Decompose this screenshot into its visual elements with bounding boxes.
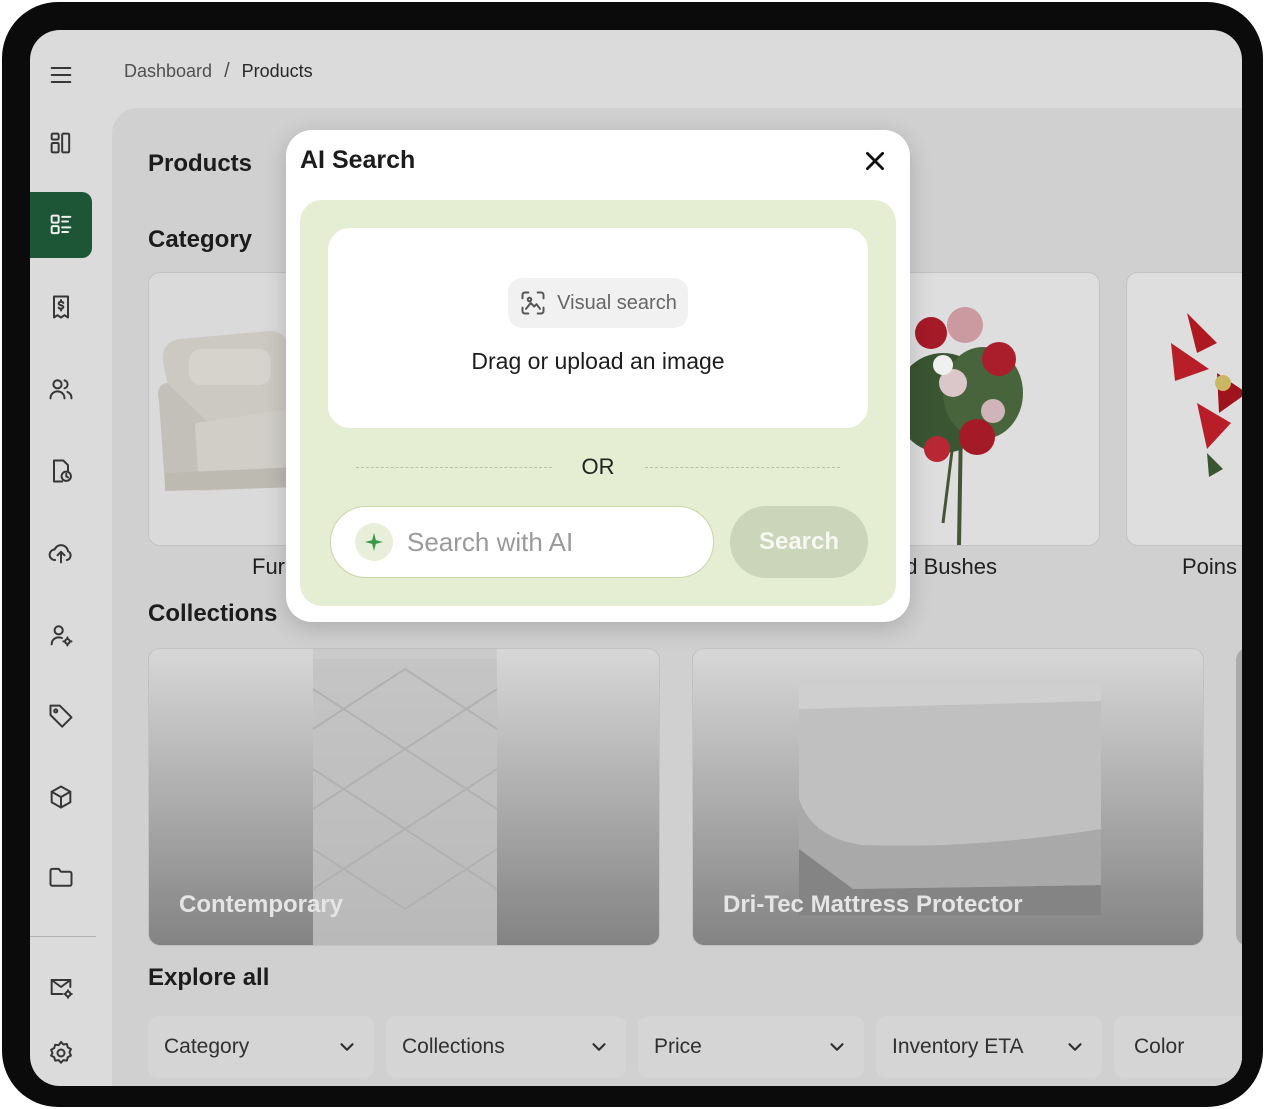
visual-search-label: Visual search <box>557 291 677 314</box>
filter-color[interactable]: Color <box>1114 1016 1242 1078</box>
settings-icon <box>50 1040 72 1064</box>
or-text: OR <box>581 454 615 479</box>
armchair-image <box>149 273 307 545</box>
collections-heading: Collections <box>148 600 278 627</box>
sidebar-item-customers[interactable] <box>30 356 92 422</box>
filter-category[interactable]: Category <box>148 1016 374 1078</box>
folder-icon <box>49 867 73 887</box>
search-button[interactable]: Search <box>730 506 868 578</box>
breadcrumb: Dashboard / Products <box>124 60 313 83</box>
sidebar-item-upload[interactable] <box>30 520 92 586</box>
sidebar-item-mail-settings[interactable] <box>30 954 92 1020</box>
breadcrumb-current: Products <box>241 61 313 81</box>
menu-icon <box>50 67 72 83</box>
sidebar-item-invoices[interactable] <box>30 274 92 340</box>
breadcrumb-separator: / <box>224 60 230 82</box>
ai-search-modal: AI Search Visual search Drag or upload a… <box>286 130 910 622</box>
sparkle-icon <box>364 532 384 552</box>
sidebar-item-files[interactable] <box>30 844 92 910</box>
close-button[interactable] <box>858 144 892 178</box>
collection-label-contemporary: Contemporary <box>179 891 344 918</box>
sidebar-item-reports[interactable] <box>30 438 92 504</box>
device-frame: Dashboard / Products Products Category F… <box>2 2 1263 1107</box>
category-label-furniture: Fur <box>252 554 285 579</box>
ai-search-input[interactable] <box>407 526 697 558</box>
filter-price[interactable]: Price <box>638 1016 864 1078</box>
ai-search-field[interactable] <box>330 506 714 578</box>
chevron-down-icon <box>830 1043 844 1051</box>
filter-inventory-eta[interactable]: Inventory ETA <box>876 1016 1102 1078</box>
mail-settings-icon <box>50 979 73 999</box>
collection-card-mattress-protector[interactable]: Dri-Tec Mattress Protector <box>692 648 1204 946</box>
dashboard-icon <box>50 132 71 154</box>
user-settings-icon <box>50 625 73 647</box>
or-divider: OR <box>356 454 840 480</box>
ai-sparkle-badge <box>355 523 393 561</box>
reports-icon <box>53 459 72 483</box>
filter-color-label: Color <box>1134 1035 1185 1058</box>
upload-icon <box>48 544 72 564</box>
sidebar-item-user-settings[interactable] <box>30 602 92 668</box>
collection-label-mattress-protector: Dri-Tec Mattress Protector <box>723 891 1023 918</box>
divider-line-right <box>644 466 840 468</box>
collection-card-contemporary[interactable]: Contemporary <box>148 648 660 946</box>
category-label-poinsettia: Poins <box>1182 554 1238 579</box>
sidebar-item-tags[interactable] <box>30 682 92 748</box>
collection-card-peek <box>1236 648 1242 946</box>
image-drop-zone[interactable]: Visual search Drag or upload an image <box>328 228 868 428</box>
tag-icon <box>49 704 73 728</box>
category-card-furniture[interactable] <box>148 272 308 546</box>
close-icon <box>866 152 884 170</box>
breadcrumb-dashboard-link[interactable]: Dashboard <box>124 61 212 82</box>
poinsettia-image <box>1127 273 1242 545</box>
modal-body: Visual search Drag or upload an image OR… <box>300 200 896 606</box>
menu-button[interactable] <box>30 42 92 108</box>
customers-icon <box>49 379 73 400</box>
sidebar-item-dashboard[interactable] <box>30 110 92 176</box>
sidebar-item-products[interactable] <box>30 192 92 258</box>
filter-inventory-eta-label: Inventory ETA <box>892 1035 1024 1058</box>
filter-collections[interactable]: Collections <box>386 1016 626 1078</box>
explore-heading: Explore all <box>148 964 270 991</box>
drop-zone-text: Drag or upload an image <box>471 348 725 374</box>
products-icon <box>50 214 72 235</box>
chevron-down-icon <box>340 1043 354 1051</box>
visual-search-icon <box>521 291 545 315</box>
sidebar-item-settings[interactable] <box>30 1020 92 1086</box>
modal-title: AI Search <box>300 146 416 174</box>
filter-price-label: Price <box>654 1035 702 1058</box>
invoice-icon <box>53 295 69 319</box>
sidebar-divider <box>30 936 96 937</box>
divider-line-left <box>356 466 552 468</box>
category-heading: Category <box>148 226 253 253</box>
sidebar <box>30 30 96 1086</box>
page-title: Products <box>148 150 253 177</box>
app-screen: Dashboard / Products Products Category F… <box>30 30 1242 1086</box>
category-card-poinsettia[interactable] <box>1126 272 1242 546</box>
visual-search-chip[interactable]: Visual search <box>508 278 688 328</box>
sidebar-item-inventory[interactable] <box>30 764 92 830</box>
filter-collections-label: Collections <box>402 1035 505 1058</box>
box-icon <box>50 785 72 809</box>
chevron-down-icon <box>592 1043 606 1051</box>
chevron-down-icon <box>1068 1043 1082 1051</box>
filter-category-label: Category <box>164 1035 250 1058</box>
